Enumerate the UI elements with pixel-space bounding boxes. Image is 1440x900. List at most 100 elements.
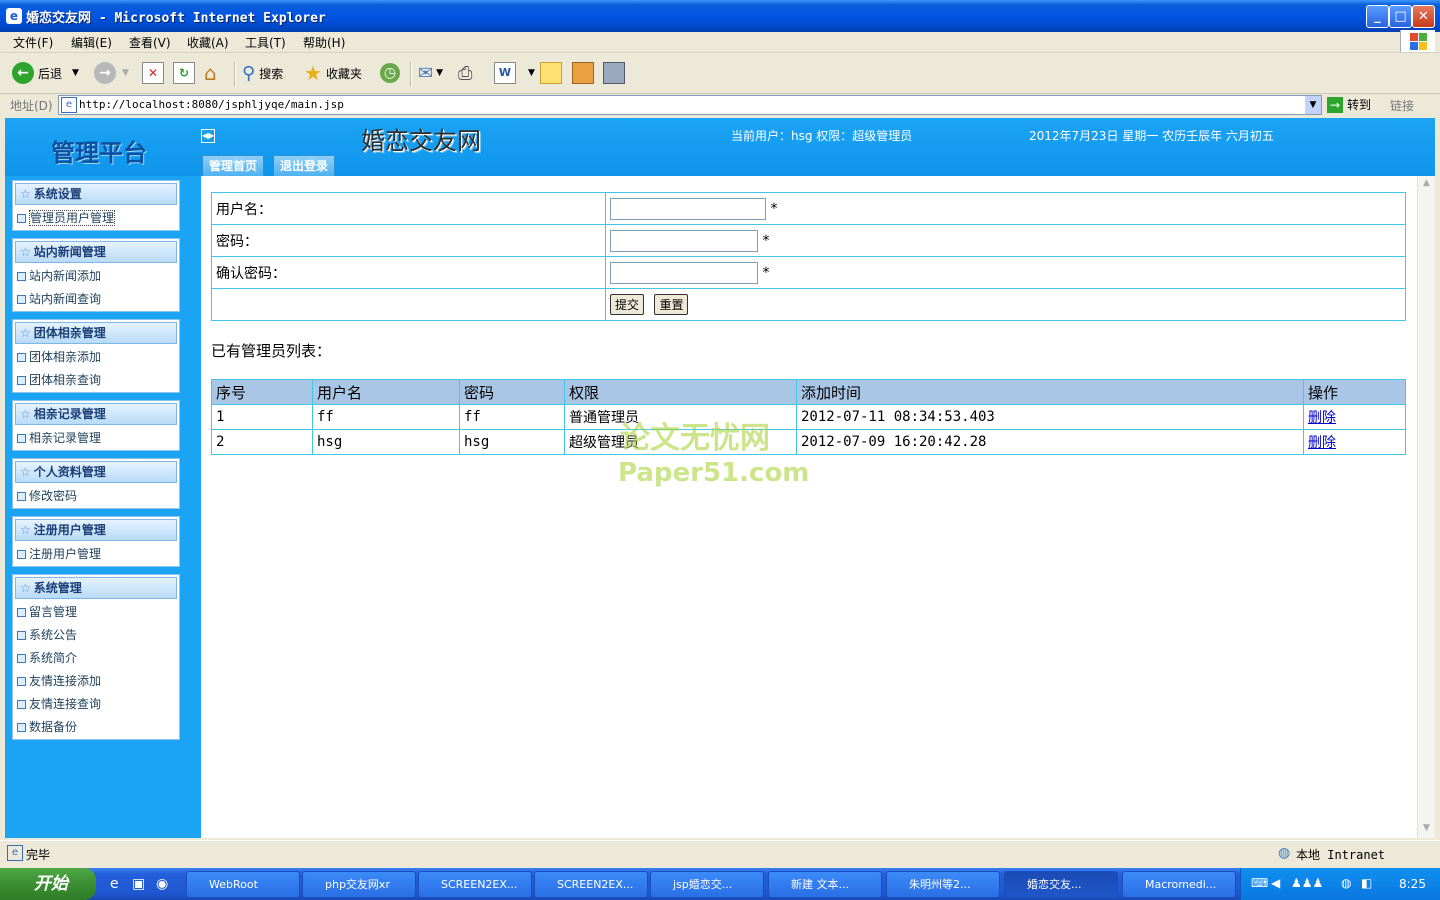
window-title: 婚恋交友网 - Microsoft Internet Explorer <box>26 11 326 26</box>
mail-icon: ✉ <box>418 62 434 84</box>
task-webroot[interactable]: WebRoot <box>186 871 300 898</box>
bullet-icon <box>17 677 26 686</box>
address-dropdown-icon[interactable]: ▼ <box>1305 96 1321 114</box>
sidebar-item-change-password[interactable]: 修改密码 <box>13 485 179 508</box>
task-screen2ex-2[interactable]: SCREEN2EX... <box>534 871 648 898</box>
forward-arrow-icon: → <box>94 62 116 84</box>
sidebar-item-registered-users[interactable]: 注册用户管理 <box>13 543 179 566</box>
history-button[interactable]: ◷ <box>380 61 400 85</box>
security-zone: 本地 Intranet <box>1296 848 1386 862</box>
close-button[interactable]: ✕ <box>1412 5 1435 28</box>
sidebar-item-admin-users[interactable]: 管理员用户管理 <box>13 207 179 230</box>
home-button[interactable]: ⌂ <box>204 61 217 85</box>
task-php-folder[interactable]: php交友网xr <box>302 871 416 898</box>
star-icon: ☆ <box>20 245 31 259</box>
task-macromedia[interactable]: Macromedi... <box>1122 871 1236 898</box>
links-button[interactable]: 链接 <box>1390 97 1414 114</box>
sidebar-group-system-management: ☆ 系统管理 留言管理 系统公告 系统简介 友情连接添加 友情连接查询 数据备份 <box>12 574 180 740</box>
media-quicklaunch-icon[interactable]: ◉ <box>156 876 168 892</box>
sidebar-item-news-query[interactable]: 站内新闻查询 <box>13 288 179 311</box>
sidebar-item-announcements[interactable]: 系统公告 <box>13 624 179 647</box>
menu-edit[interactable]: 编辑(E) <box>71 34 112 51</box>
desktop-quicklaunch-icon[interactable]: ▣ <box>132 876 145 892</box>
tray-volume-icon[interactable]: ◧ <box>1361 876 1372 890</box>
delete-link[interactable]: 删除 <box>1308 435 1336 451</box>
dropdown-arrow-icon: ▼ <box>528 68 535 78</box>
research-button[interactable] <box>572 61 594 85</box>
star-icon: ☆ <box>20 465 31 479</box>
sidebar-item-group-query[interactable]: 团体相亲查询 <box>13 369 179 392</box>
col-password: 密码 <box>459 379 565 405</box>
vertical-scrollbar[interactable]: ▲ ▼ <box>1417 176 1435 838</box>
menu-file[interactable]: 文件(F) <box>13 34 53 51</box>
discuss-button[interactable] <box>540 61 562 85</box>
task-word-doc[interactable]: jsp婚恋交... <box>650 871 764 898</box>
refresh-button[interactable]: ↻ <box>173 61 195 85</box>
bullet-icon <box>17 295 26 304</box>
scroll-up-icon[interactable]: ▲ <box>1420 178 1433 191</box>
back-button[interactable]: ← 后退 ▼ <box>12 61 79 85</box>
sidebar-group-dating-records: ☆ 相亲记录管理 相亲记录管理 <box>12 400 180 451</box>
taskbar: 开始 e ▣ ◉ WebRoot php交友网xr SCREEN2EX... S… <box>0 868 1440 900</box>
bullet-icon <box>17 654 26 663</box>
sidebar-item-messages[interactable]: 留言管理 <box>13 601 179 624</box>
tray-keyboard-icon[interactable]: ⌨ <box>1251 876 1268 890</box>
tab-admin-home[interactable]: 管理首页 <box>202 155 265 177</box>
required-mark: * <box>770 200 778 217</box>
refresh-icon: ↻ <box>173 62 195 84</box>
watermark-url: Paper51.com <box>618 458 810 488</box>
sidebar-item-news-add[interactable]: 站内新闻添加 <box>13 265 179 288</box>
minimize-button[interactable]: _ <box>1366 5 1389 28</box>
print-button[interactable]: ⎙ <box>458 61 472 85</box>
sidebar-item-records[interactable]: 相亲记录管理 <box>13 427 179 450</box>
bullet-icon <box>17 434 26 443</box>
sidebar-item-group-add[interactable]: 团体相亲添加 <box>13 346 179 369</box>
search-button[interactable]: ⚲ 搜索 <box>242 61 283 85</box>
star-icon: ☆ <box>20 326 31 340</box>
password-input[interactable] <box>610 229 758 252</box>
start-button[interactable]: 开始 <box>0 868 96 900</box>
sidebar-group-profile: ☆ 个人资料管理 修改密码 <box>12 458 180 509</box>
menu-help[interactable]: 帮助(H) <box>303 34 345 51</box>
stop-button[interactable]: ✕ <box>142 61 164 85</box>
forward-button[interactable]: → ▼ <box>94 61 129 85</box>
sidebar-item-intro[interactable]: 系统简介 <box>13 647 179 670</box>
tray-qq-icon[interactable]: ♟♟♟ <box>1291 876 1323 890</box>
favorites-button[interactable]: ★ 收藏夹 <box>304 61 362 85</box>
menu-view[interactable]: 查看(V) <box>129 34 171 51</box>
task-ie-active[interactable]: 婚恋交友... <box>1004 871 1118 898</box>
submit-button[interactable]: 提交 <box>610 294 645 315</box>
task-folder[interactable]: 朱明州等2... <box>886 871 1000 898</box>
task-screen2ex-1[interactable]: SCREEN2EX... <box>418 871 532 898</box>
bullet-icon <box>17 272 26 281</box>
delete-link[interactable]: 删除 <box>1308 410 1336 426</box>
bullet-icon <box>17 608 26 617</box>
tray-network-icon[interactable]: ◍ <box>1341 876 1351 890</box>
menu-tools[interactable]: 工具(T) <box>245 34 286 51</box>
sidebar-item-links-add[interactable]: 友情连接添加 <box>13 670 179 693</box>
menu-favorites[interactable]: 收藏(A) <box>187 34 229 51</box>
reset-button[interactable]: 重置 <box>654 294 689 315</box>
address-input[interactable]: e http://localhost:8080/jsphljyqe/main.j… <box>58 95 1322 115</box>
home-icon: ⌂ <box>204 61 217 85</box>
sidebar-item-links-query[interactable]: 友情连接查询 <box>13 693 179 716</box>
col-username: 用户名 <box>312 379 460 405</box>
edit-button[interactable]: W ▼ <box>494 61 535 85</box>
mail-button[interactable]: ✉ ▼ <box>418 61 443 85</box>
table-row: 2 hsg hsg 超级管理员 2012-07-09 16:20:42.28 删… <box>211 429 1406 455</box>
messenger-button[interactable] <box>603 61 625 85</box>
toggle-sidebar-icon[interactable]: ◀▶ <box>201 129 215 143</box>
ie-quicklaunch-icon[interactable]: e <box>110 876 119 892</box>
maximize-button[interactable]: □ <box>1389 5 1412 28</box>
go-button[interactable]: → 转到 <box>1327 96 1371 113</box>
tab-logout[interactable]: 退出登录 <box>273 155 336 177</box>
sidebar-item-backup[interactable]: 数据备份 <box>13 716 179 739</box>
tray-arrow-icon[interactable]: ◀ <box>1271 876 1280 890</box>
username-input[interactable] <box>610 197 766 220</box>
date-info: 2012年7月23日 星期一 农历壬辰年 六月初五 <box>1029 129 1274 143</box>
task-notepad[interactable]: 新建 文本... <box>768 871 882 898</box>
scroll-down-icon[interactable]: ▼ <box>1420 823 1433 836</box>
confirm-password-input[interactable] <box>610 261 758 284</box>
col-index: 序号 <box>211 379 313 405</box>
status-text: 完毕 <box>26 848 51 862</box>
